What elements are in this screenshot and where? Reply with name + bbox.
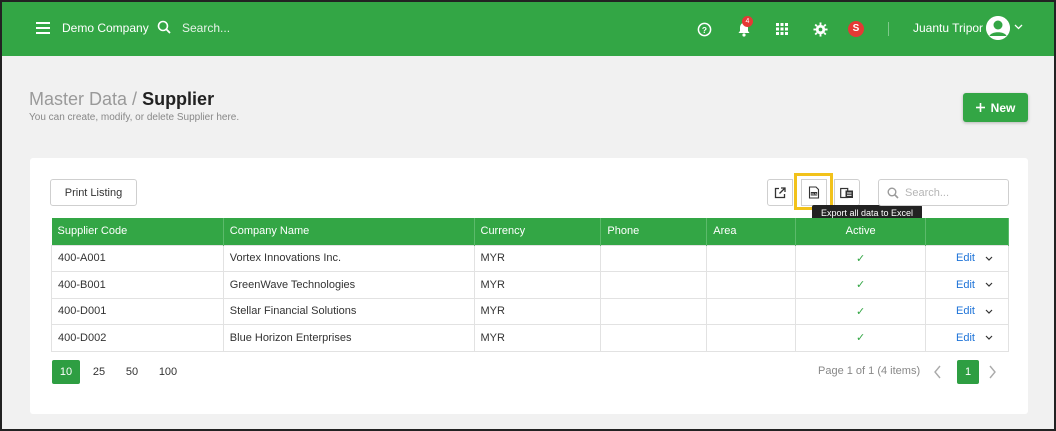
page-size-10[interactable]: 10 (52, 360, 80, 384)
edit-link[interactable]: Edit (956, 252, 975, 264)
help-icon[interactable]: ? (694, 19, 714, 39)
column-header[interactable]: Phone (600, 218, 708, 245)
chevron-left-icon[interactable] (933, 365, 943, 379)
username[interactable]: Juantu Tripor (913, 21, 983, 35)
app-avatar-badge[interactable]: S (848, 21, 864, 37)
table-row[interactable]: 400-D001 Stellar Financial Solutions MYR… (51, 297, 1009, 325)
gear-icon[interactable] (810, 19, 830, 39)
column-header[interactable]: Currency (474, 218, 602, 245)
company-name-cell: GreenWave Technologies (222, 271, 475, 299)
phone-cell (600, 324, 708, 352)
chevron-down-icon[interactable] (985, 282, 993, 288)
table-header-row: Supplier Code Company Name Currency Phon… (51, 218, 1009, 245)
new-button[interactable]: New (963, 93, 1028, 122)
area-cell (706, 324, 797, 352)
page-info: Page 1 of 1 (4 items) (818, 365, 921, 377)
table-row[interactable]: 400-D002 Blue Horizon Enterprises MYR ✓ … (51, 324, 1009, 352)
page-size-50[interactable]: 50 (120, 360, 144, 384)
supplier-code-cell: 400-A001 (51, 244, 224, 272)
edit-link[interactable]: Edit (956, 305, 975, 317)
table-row[interactable]: 400-A001 Vortex Innovations Inc. MYR ✓ E… (51, 244, 1009, 272)
svg-text:?: ? (701, 24, 706, 34)
breadcrumb-parent[interactable]: Master Data / (29, 89, 137, 109)
apps-grid-icon[interactable] (772, 19, 792, 39)
supplier-code-cell: 400-B001 (51, 271, 224, 299)
edit-link[interactable]: Edit (956, 279, 975, 291)
column-chooser-icon (840, 187, 853, 198)
column-chooser-button[interactable] (834, 179, 860, 206)
page-button-1[interactable]: 1 (957, 360, 979, 384)
checkmark-icon: ✓ (855, 332, 866, 345)
checkmark-icon: ✓ (855, 279, 866, 292)
print-listing-button[interactable]: Print Listing (50, 179, 137, 206)
area-cell (706, 271, 797, 299)
search-icon (887, 187, 899, 199)
chevron-down-icon[interactable] (985, 256, 993, 261)
currency-cell: MYR (473, 324, 602, 352)
checkmark-icon: ✓ (855, 252, 866, 265)
chevron-down-icon[interactable] (985, 309, 993, 314)
company-name-cell: Vortex Innovations Inc. (222, 244, 475, 272)
page-subtitle: You can create, modify, or delete Suppli… (29, 112, 240, 123)
currency-cell: MYR (473, 271, 602, 299)
actions-cell: Edit (925, 324, 1009, 352)
search-icon (157, 20, 171, 34)
checkmark-icon: ✓ (855, 305, 866, 318)
company-name-cell: Stellar Financial Solutions (222, 297, 475, 325)
phone-cell (600, 244, 708, 272)
hamburger-menu-icon[interactable] (36, 22, 50, 34)
chevron-right-icon[interactable] (987, 365, 997, 379)
page-size-25[interactable]: 25 (87, 360, 111, 384)
page-title: Supplier (142, 89, 215, 109)
company-name[interactable]: Demo Company (62, 21, 149, 35)
export-icon (774, 186, 786, 198)
active-cell: ✓ (795, 324, 927, 352)
actions-cell: Edit (925, 271, 1009, 299)
chevron-down-icon[interactable] (985, 335, 993, 341)
export-button[interactable] (767, 179, 793, 206)
notification-count-badge: 4 (742, 16, 753, 27)
new-button-label: New (990, 100, 1016, 115)
page-size-100[interactable]: 100 (153, 360, 183, 384)
active-cell: ✓ (795, 244, 927, 272)
area-cell (706, 297, 797, 325)
actions-cell: Edit (925, 244, 1009, 272)
table-row[interactable]: 400-B001 GreenWave Technologies MYR ✓ Ed… (51, 271, 1009, 299)
supplier-table: Supplier Code Company Name Currency Phon… (51, 218, 1009, 352)
user-avatar-icon[interactable] (986, 16, 1010, 40)
top-bar: Demo Company ? 4 S Juantu Tripor (2, 2, 1054, 56)
plus-icon (975, 103, 985, 112)
currency-cell: MYR (473, 244, 602, 272)
column-header (925, 218, 1009, 245)
column-header[interactable]: Area (706, 218, 797, 245)
currency-cell: MYR (473, 297, 602, 325)
topbar-divider (888, 22, 889, 36)
column-header[interactable]: Company Name (223, 218, 475, 245)
supplier-code-cell: 400-D001 (51, 297, 224, 325)
company-name-cell: Blue Horizon Enterprises (222, 324, 475, 352)
phone-cell (600, 271, 708, 299)
column-header[interactable]: Supplier Code (51, 218, 224, 245)
active-cell: ✓ (795, 271, 927, 299)
active-cell: ✓ (795, 297, 927, 325)
supplier-code-cell: 400-D002 (51, 324, 224, 352)
column-header[interactable]: Active (795, 218, 927, 245)
chevron-down-icon[interactable] (1014, 24, 1023, 30)
breadcrumb: Master Data / Supplier (29, 89, 214, 110)
grid-search-input[interactable] (905, 184, 1005, 202)
global-search-input[interactable] (182, 18, 382, 38)
area-cell (706, 244, 797, 272)
phone-cell (600, 297, 708, 325)
actions-cell: Edit (925, 297, 1009, 325)
grid-search-box (878, 179, 1009, 206)
edit-link[interactable]: Edit (956, 332, 975, 344)
